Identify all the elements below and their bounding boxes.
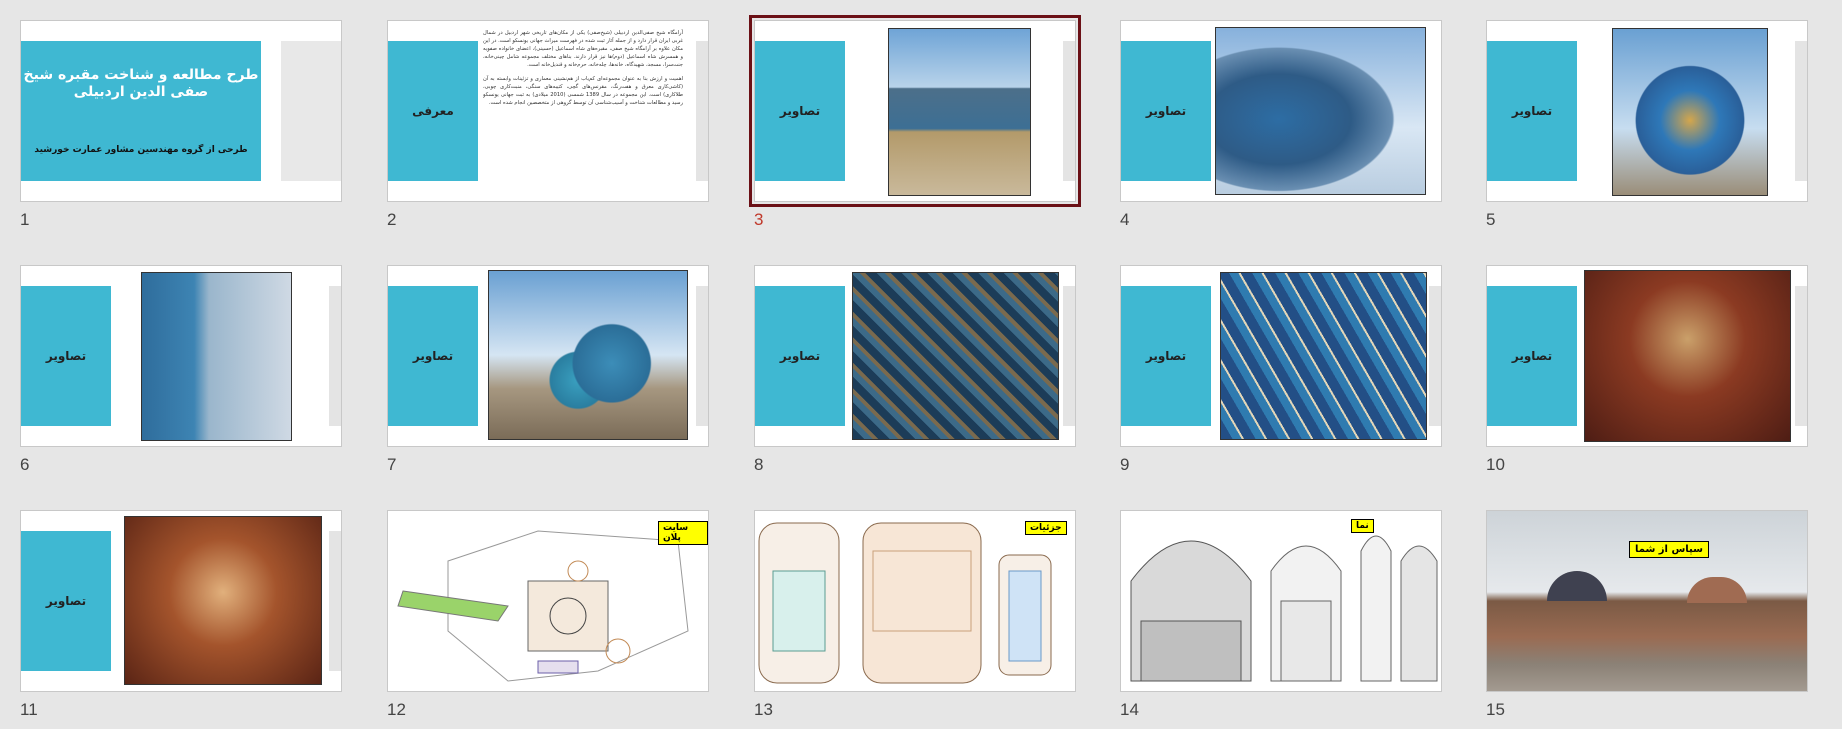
slide-number: 11 — [20, 700, 38, 719]
paragraph-1: آرامگاه شیخ صفی‌الدین اردبیلی (شیخ‌صفی) … — [483, 30, 683, 68]
slide-edge — [1795, 286, 1807, 426]
slide-number: 9 — [1120, 455, 1130, 474]
details-drawing — [758, 522, 1052, 684]
slide-tag: نما — [1351, 519, 1374, 533]
slide-8[interactable]: تصاویر 8 — [754, 265, 1076, 474]
slide-label: تصاویر — [1487, 41, 1577, 181]
slide-number: 12 — [387, 700, 406, 719]
dome-photo — [1612, 28, 1768, 196]
slide-label: تصاویر — [755, 286, 845, 426]
courtyard-photo — [888, 28, 1031, 196]
muqarnas-photo — [852, 272, 1059, 440]
slide-tag: جزئیات — [1025, 521, 1067, 535]
slide-number: 6 — [20, 455, 30, 474]
slide-edge — [281, 41, 341, 181]
slide-thumbnail[interactable]: معرفی آرامگاه شیخ صفی‌الدین اردبیلی (شیخ… — [387, 20, 709, 202]
slide-thumbnail[interactable]: تصاویر — [20, 265, 342, 447]
slide-number: 7 — [387, 455, 397, 474]
tilework-photo — [1220, 272, 1427, 440]
slide-edge — [1795, 41, 1807, 181]
slide-number: 4 — [1120, 210, 1130, 229]
slide-number: 14 — [1120, 700, 1139, 719]
domes-photo — [488, 270, 688, 440]
slide-thumbnail[interactable]: نما — [1120, 510, 1442, 692]
slide-label: تصاویر — [21, 531, 111, 671]
slide-12[interactable]: سایت پلان 12 — [387, 510, 709, 719]
slide-thumbnail[interactable]: جزئیات — [754, 510, 1076, 692]
slide-edge — [1063, 286, 1075, 426]
paragraph-2: اهمیت و ارزش بنا به عنوان مجموعه‌ای کم‌ی… — [483, 76, 683, 106]
slide-tag: سایت پلان — [658, 521, 708, 545]
slide-label: تصاویر — [1121, 286, 1211, 426]
slide-2[interactable]: معرفی آرامگاه شیخ صفی‌الدین اردبیلی (شیخ… — [387, 20, 709, 229]
slide-subtitle: طرحی از گروه مهندسین مشاور عمارت خورشید — [34, 145, 248, 155]
slide-body-text: آرامگاه شیخ صفی‌الدین اردبیلی (شیخ‌صفی) … — [483, 29, 683, 195]
slide-thumbnail[interactable]: سپاس از شما — [1486, 510, 1808, 692]
slide-number: 15 — [1486, 700, 1505, 719]
title-panel: طرح مطالعه و شناخت مقبره شیخ صفی الدین ا… — [21, 41, 261, 181]
slide-label: تصاویر — [1487, 286, 1577, 426]
slide-edge — [329, 531, 341, 671]
elevation-drawing — [1130, 535, 1438, 682]
ceiling-photo — [1584, 270, 1791, 442]
slide-thumbnail[interactable]: تصاویر — [1120, 265, 1442, 447]
slide-number: 1 — [20, 210, 30, 229]
slide-4[interactable]: تصاویر 4 — [1120, 20, 1442, 229]
slide-thumbnail[interactable]: تصاویر — [387, 265, 709, 447]
slide-label: تصاویر — [755, 41, 845, 181]
slide-number: 13 — [754, 700, 773, 719]
dome-photo — [141, 272, 292, 441]
slide-label: تصاویر — [1121, 41, 1211, 181]
slide-number: 5 — [1486, 210, 1496, 229]
thanks-tag: سپاس از شما — [1629, 541, 1709, 558]
slide-1[interactable]: طرح مطالعه و شناخت مقبره شیخ صفی الدین ا… — [20, 20, 342, 229]
slide-thumbnail[interactable]: تصاویر — [754, 265, 1076, 447]
slide-thumbnail[interactable]: تصاویر — [1486, 20, 1808, 202]
slide-14[interactable]: نما 14 — [1120, 510, 1442, 719]
slide-label: معرفی — [388, 41, 478, 181]
slide-thumbnail-selected[interactable]: تصاویر — [749, 15, 1081, 207]
slide-edge — [696, 41, 708, 181]
slide-11[interactable]: تصاویر 11 — [20, 510, 342, 719]
slide-thumbnail[interactable]: تصاویر — [1486, 265, 1808, 447]
slide-9[interactable]: تصاویر 9 — [1120, 265, 1442, 474]
slide-3[interactable]: تصاویر 3 — [749, 15, 1081, 229]
slide-thumbnail[interactable]: طرح مطالعه و شناخت مقبره شیخ صفی الدین ا… — [20, 20, 342, 202]
slide-number: 10 — [1486, 455, 1505, 474]
slide-5[interactable]: تصاویر 5 — [1486, 20, 1808, 229]
slide-thumbnail[interactable]: تصاویر — [1120, 20, 1442, 202]
slide-number: 2 — [387, 210, 397, 229]
slide-edge — [1063, 41, 1075, 181]
slide-label: تصاویر — [21, 286, 111, 426]
slide-label: تصاویر — [388, 286, 478, 426]
slide-edge — [1429, 286, 1441, 426]
slide-thumbnail[interactable]: تصاویر — [20, 510, 342, 692]
slide-edge — [329, 286, 341, 426]
slide-number: 3 — [754, 210, 764, 229]
slide-10[interactable]: تصاویر 10 — [1486, 265, 1808, 474]
ceiling-photo — [124, 516, 322, 685]
slide-15[interactable]: سپاس از شما 15 — [1486, 510, 1808, 719]
slide-thumbnail[interactable]: سایت پلان — [387, 510, 709, 692]
dome-photo — [1215, 27, 1426, 195]
slide-number: 8 — [754, 455, 764, 474]
ruins-photo — [1487, 511, 1807, 691]
slide-sorter: طرح مطالعه و شناخت مقبره شیخ صفی الدین ا… — [0, 0, 1842, 729]
slide-edge — [696, 286, 708, 426]
slide-13[interactable]: جزئیات 13 — [754, 510, 1076, 719]
slide-7[interactable]: تصاویر 7 — [387, 265, 709, 474]
slide-title: طرح مطالعه و شناخت مقبره شیخ صفی الدین ا… — [23, 67, 259, 100]
slide-6[interactable]: تصاویر 6 — [20, 265, 342, 474]
